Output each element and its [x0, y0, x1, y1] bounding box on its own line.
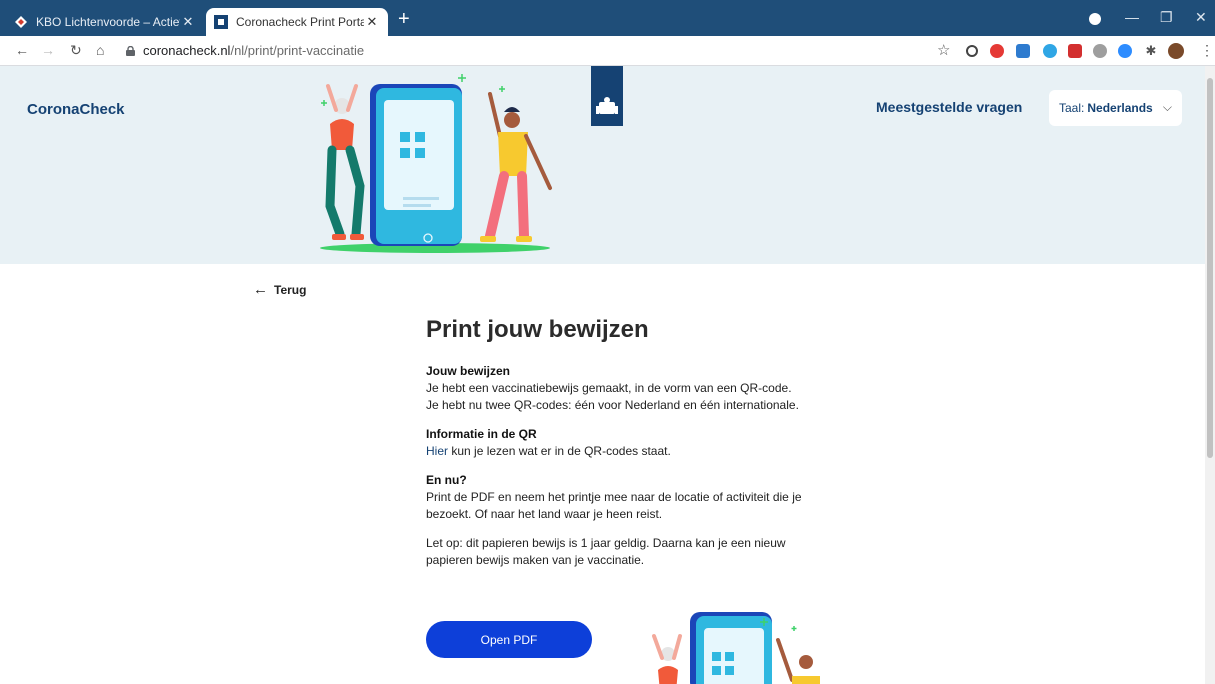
browser-toolbar: ← → ↻ ⌂ coronacheck.nl/nl/print/print-va…	[0, 36, 1215, 66]
language-select[interactable]: Taal: Nederlands ⌵	[1049, 90, 1182, 126]
new-tab-icon[interactable]: +	[398, 9, 410, 29]
section-jouw-bewijzen: Jouw bewijzen Je hebt een vaccinatiebewi…	[426, 363, 806, 414]
close-window-icon[interactable]: ✕	[1195, 9, 1207, 26]
section-text: Je hebt een vaccinatiebewijs gemaakt, in…	[426, 381, 799, 412]
adblock-plus-icon[interactable]	[990, 44, 1004, 58]
tab-kbo[interactable]: KBO Lichtenvoorde – Actief voor ✕	[6, 8, 204, 36]
tab-title: KBO Lichtenvoorde – Actief voor	[36, 15, 180, 29]
open-pdf-button[interactable]: Open PDF	[426, 621, 592, 658]
grey-extension-icon[interactable]	[1093, 44, 1107, 58]
extension-google-icon[interactable]	[965, 44, 979, 58]
section-text: Hier kun je lezen wat er in de QR-codes …	[426, 444, 671, 458]
page-title: Print jouw bewijzen	[426, 316, 649, 343]
tab-strip: KBO Lichtenvoorde – Actief voor ✕ Corona…	[0, 0, 1215, 36]
kbo-favicon-icon	[14, 15, 28, 29]
cloud-extension-icon[interactable]	[1043, 44, 1057, 58]
hier-link[interactable]: Hier	[426, 444, 448, 458]
tab-coronacheck[interactable]: Coronacheck Print Portaal ✕	[206, 8, 388, 36]
back-label: Terug	[274, 282, 307, 297]
web-page: CoronaCheck Meestgestelde vragen Taal: N…	[0, 66, 1205, 684]
main-content: Jouw bewijzen Je hebt een vaccinatiebewi…	[426, 363, 806, 581]
back-link[interactable]: ← Terug	[253, 281, 306, 298]
faq-link[interactable]: Meestgestelde vragen	[876, 99, 1022, 115]
section-text: Print de PDF en neem het printje mee naa…	[426, 490, 802, 521]
hero-illustration	[320, 74, 552, 253]
tab-title: Coronacheck Print Portaal	[236, 15, 364, 29]
rijksoverheid-logo[interactable]	[591, 66, 623, 126]
menu-dots-icon[interactable]: ⋮	[1200, 42, 1214, 59]
avatar[interactable]	[1168, 43, 1184, 59]
section-heading: Jouw bewijzen	[426, 364, 511, 378]
page-scrollbar[interactable]	[1205, 66, 1215, 684]
section-heading: Informatie in de QR	[426, 427, 537, 441]
profile-indicator-icon[interactable]	[1089, 13, 1101, 25]
rijksoverheid-favicon-icon	[214, 15, 228, 29]
close-tab-icon[interactable]: ✕	[364, 14, 380, 30]
section-heading: En nu?	[426, 473, 467, 487]
home-icon[interactable]: ⌂	[96, 42, 104, 58]
close-tab-icon[interactable]: ✕	[180, 14, 196, 30]
address-bar[interactable]: coronacheck.nl/nl/print/print-vaccinatie	[143, 43, 364, 58]
section-informatie-qr: Informatie in de QR Hier kun je lezen wa…	[426, 426, 806, 460]
arrow-left-icon: ←	[253, 281, 268, 298]
lock-icon[interactable]	[126, 46, 135, 56]
reload-icon[interactable]: ↻	[70, 42, 82, 59]
section-text: Let op: dit papieren bewijs is 1 jaar ge…	[426, 536, 786, 567]
language-label: Taal:	[1059, 101, 1085, 115]
restore-icon[interactable]: ❐	[1160, 9, 1173, 26]
scrollbar-thumb[interactable]	[1207, 78, 1213, 458]
bookmark-star-icon[interactable]: ☆	[937, 41, 950, 59]
print-illustration	[652, 612, 820, 684]
puzzle-extensions-icon[interactable]: ✱	[1144, 44, 1158, 58]
section-en-nu: En nu? Print de PDF en neem het printje …	[426, 472, 806, 523]
back-icon[interactable]: ←	[15, 42, 29, 58]
pdf-extension-icon[interactable]	[1068, 44, 1082, 58]
hero-banner: CoronaCheck Meestgestelde vragen Taal: N…	[0, 66, 1205, 264]
site-logo-text[interactable]: CoronaCheck	[27, 101, 125, 118]
minimize-icon[interactable]: —	[1125, 9, 1139, 25]
zoom-extension-icon[interactable]	[1118, 44, 1132, 58]
language-value: Nederlands	[1087, 101, 1153, 115]
calendar-extension-icon[interactable]	[1016, 44, 1030, 58]
forward-icon[interactable]: →	[41, 42, 55, 58]
chevron-down-icon: ⌵	[1162, 100, 1172, 114]
section-let-op: Let op: dit papieren bewijs is 1 jaar ge…	[426, 535, 806, 569]
